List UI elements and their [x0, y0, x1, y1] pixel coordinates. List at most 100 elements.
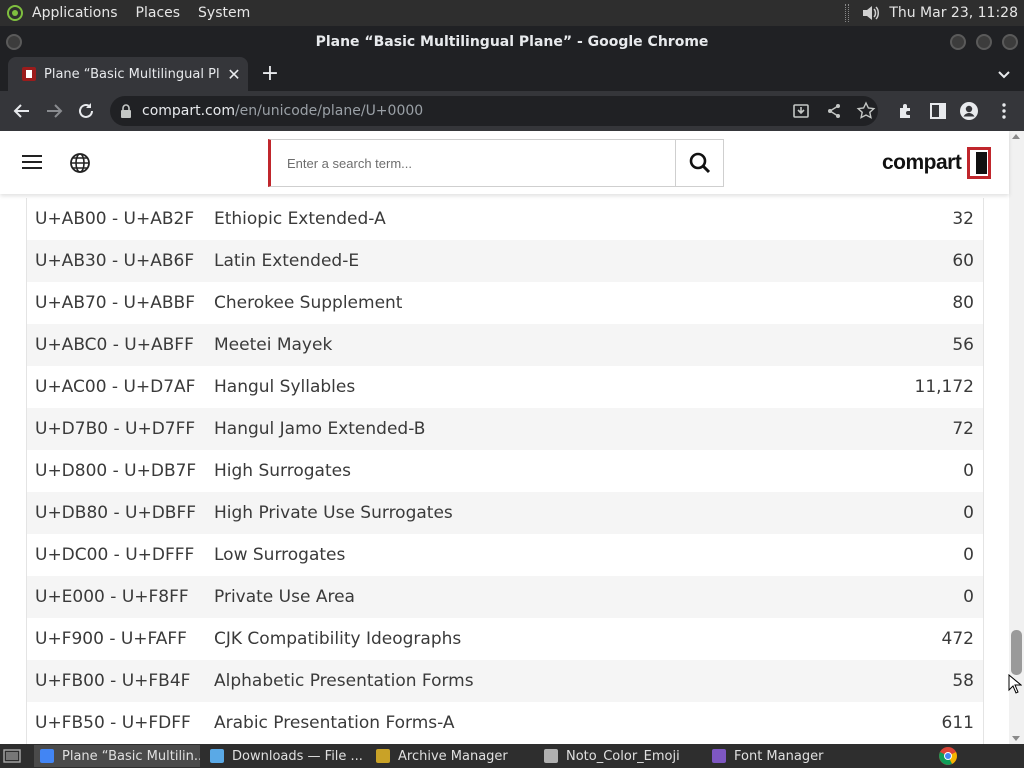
volume-icon[interactable] — [861, 4, 881, 22]
table-row[interactable]: U+F900 - U+FAFF CJK Compatibility Ideogra… — [27, 618, 983, 660]
taskbar-item[interactable]: Font Manager — [706, 745, 846, 767]
window-menu-button[interactable] — [6, 34, 22, 50]
table-row[interactable]: U+E000 - U+F8FF Private Use Area 0 — [27, 576, 983, 618]
table-row[interactable]: U+DB80 - U+DBFF High Private Use Surrogat… — [27, 492, 983, 534]
share-icon[interactable] — [824, 101, 844, 121]
taskbar-item[interactable]: Archive Manager — [370, 745, 532, 767]
table-row[interactable]: U+AB30 - U+AB6F Latin Extended-E 60 — [27, 240, 983, 282]
block-name[interactable]: Cherokee Supplement — [214, 293, 823, 313]
search-input[interactable] — [268, 139, 676, 187]
new-tab-button[interactable]: + — [258, 61, 282, 87]
url-host: compart.com — [142, 103, 235, 119]
tab-search-chevron-icon[interactable] — [996, 66, 1012, 82]
forward-arrow-icon[interactable] — [44, 101, 64, 121]
table-row[interactable]: U+DC00 - U+DFFF Low Surrogates 0 — [27, 534, 983, 576]
block-range: U+AB30 - U+AB6F — [35, 251, 195, 271]
scrollbar-thumb[interactable] — [1011, 630, 1022, 675]
block-range: U+DC00 - U+DFFF — [35, 545, 195, 565]
block-count: 0 — [963, 587, 974, 607]
taskbar-item-label: Font Manager — [734, 748, 824, 764]
extensions-puzzle-icon[interactable] — [896, 101, 916, 121]
table-row[interactable]: U+ABC0 - U+ABFF Meetei Mayek 56 — [27, 324, 983, 366]
desktop-top-panel: Applications Places System Thu Mar 23, 1… — [0, 0, 1024, 26]
site-header: compart — [0, 131, 1009, 194]
chrome-menu-icon[interactable] — [994, 101, 1014, 121]
block-name[interactable]: Hangul Jamo Extended-B — [214, 419, 823, 439]
hamburger-menu-icon[interactable] — [22, 154, 42, 170]
tab-close-icon[interactable]: ✕ — [226, 65, 242, 84]
side-panel-icon[interactable] — [928, 101, 948, 121]
distro-logo-icon[interactable] — [6, 4, 24, 22]
block-range: U+AB70 - U+ABBF — [35, 293, 195, 313]
page-viewport: compart U+AB00 - U+AB2F Ethiopic Extended… — [0, 131, 1024, 744]
block-count: 80 — [952, 293, 974, 313]
address-bar[interactable]: compart.com/en/unicode/plane/U+0000 — [110, 96, 878, 126]
chrome-icon — [40, 749, 54, 763]
table-row[interactable]: U+FB00 - U+FB4F Alphabetic Presentation F… — [27, 660, 983, 702]
block-name[interactable]: Low Surrogates — [214, 545, 823, 565]
block-name[interactable]: Ethiopic Extended-A — [214, 209, 823, 229]
compart-logo[interactable]: compart — [882, 147, 992, 179]
clock[interactable]: Thu Mar 23, 11:28 — [889, 5, 1018, 21]
close-window-button[interactable] — [1002, 34, 1018, 50]
block-count: 0 — [963, 545, 974, 565]
window-titlebar[interactable]: Plane “Basic Multilingual Plane” - Googl… — [0, 26, 1024, 57]
url-path: /en/unicode/plane/U+0000 — [234, 103, 424, 119]
system-menu[interactable]: System — [198, 5, 250, 21]
block-name[interactable]: Private Use Area — [214, 587, 823, 607]
block-name[interactable]: Latin Extended-E — [214, 251, 823, 271]
taskbar-item[interactable]: Plane “Basic Multilin... — [34, 745, 200, 767]
block-count: 11,172 — [914, 377, 974, 397]
table-row[interactable]: U+AC00 - U+D7AF Hangul Syllables 11,172 — [27, 366, 983, 408]
back-arrow-icon[interactable] — [12, 101, 32, 121]
globe-language-icon[interactable] — [69, 152, 91, 174]
install-app-icon[interactable] — [791, 101, 811, 121]
compart-favicon-icon — [22, 67, 36, 81]
block-range: U+AB00 - U+AB2F — [35, 209, 195, 229]
block-name[interactable]: Meetei Mayek — [214, 335, 823, 355]
block-name[interactable]: Hangul Syllables — [214, 377, 823, 397]
show-desktop-icon[interactable] — [3, 748, 21, 764]
table-row[interactable]: U+FB50 - U+FDFF Arabic Presentation Forms… — [27, 702, 983, 744]
scroll-down-arrow-icon[interactable] — [1012, 736, 1020, 741]
applications-menu[interactable]: Applications — [32, 5, 118, 21]
profile-avatar-icon[interactable] — [959, 101, 979, 121]
search-button[interactable] — [675, 139, 724, 187]
table-row[interactable]: U+AB70 - U+ABBF Cherokee Supplement 80 — [27, 282, 983, 324]
block-name[interactable]: Alphabetic Presentation Forms — [214, 671, 823, 691]
places-menu[interactable]: Places — [136, 5, 181, 21]
block-count: 60 — [952, 251, 974, 271]
bookmark-star-icon[interactable] — [856, 101, 876, 121]
scroll-up-arrow-icon[interactable] — [1012, 134, 1020, 139]
file-manager-icon — [210, 749, 224, 763]
block-count: 72 — [952, 419, 974, 439]
block-count: 0 — [963, 503, 974, 523]
lock-icon[interactable] — [120, 104, 132, 118]
table-row[interactable]: U+AB00 - U+AB2F Ethiopic Extended-A 32 — [27, 198, 983, 240]
panel-grip — [845, 4, 850, 22]
browser-tab[interactable]: Plane “Basic Multilingual Plan ✕ — [8, 57, 248, 91]
block-count: 0 — [963, 461, 974, 481]
taskbar-item[interactable]: Noto_Color_Emoji — [538, 745, 700, 767]
block-name[interactable]: Arabic Presentation Forms-A — [214, 713, 823, 733]
table-row[interactable]: U+D7B0 - U+D7FF Hangul Jamo Extended-B 72 — [27, 408, 983, 450]
taskbar-item[interactable]: Downloads — File ... — [204, 745, 364, 767]
block-name[interactable]: High Private Use Surrogates — [214, 503, 823, 523]
folder-icon — [544, 749, 558, 763]
block-count: 58 — [952, 671, 974, 691]
taskbar-item-label: Downloads — File ... — [232, 748, 363, 764]
block-name[interactable]: High Surrogates — [214, 461, 823, 481]
search-icon — [689, 152, 710, 174]
block-range: U+ABC0 - U+ABFF — [35, 335, 194, 355]
table-row[interactable]: U+D800 - U+DB7F High Surrogates 0 — [27, 450, 983, 492]
tray-chrome-icon[interactable] — [938, 746, 958, 766]
block-range: U+AC00 - U+D7AF — [35, 377, 196, 397]
minimize-button[interactable] — [950, 34, 966, 50]
block-name[interactable]: CJK Compatibility Ideographs — [214, 629, 823, 649]
page-scrollbar[interactable] — [1009, 131, 1024, 744]
maximize-button[interactable] — [976, 34, 992, 50]
block-range: U+FB50 - U+FDFF — [35, 713, 191, 733]
block-range: U+F900 - U+FAFF — [35, 629, 187, 649]
window-title: Plane “Basic Multilingual Plane” - Googl… — [315, 33, 709, 50]
reload-icon[interactable] — [76, 101, 96, 121]
